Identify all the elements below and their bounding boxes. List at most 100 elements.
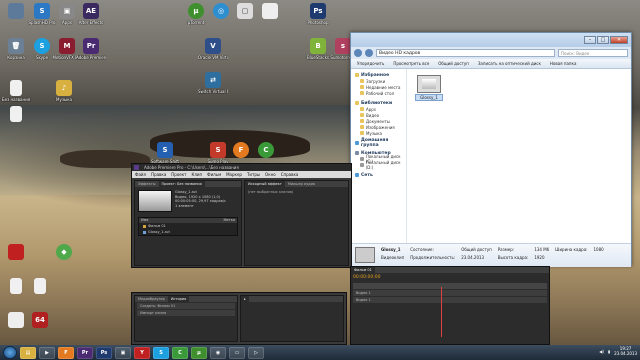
tab-effects[interactable]: Эффекты [135, 181, 159, 187]
utorrent-icon: μ [188, 3, 204, 19]
splashhd-icon: S [34, 3, 50, 19]
tab-tools[interactable]: ▸ [241, 296, 249, 302]
taskbar-media2[interactable]: ▷ [248, 346, 264, 359]
folder-icon [360, 107, 364, 111]
network-tray-icon[interactable]: ▮ [608, 349, 610, 354]
premiere-titlebar[interactable]: Adobe Premiere Pro - C:\Users\...\Без на… [132, 164, 351, 171]
taskbar-firefox[interactable]: F [58, 346, 74, 359]
taskbar-skype[interactable]: S [153, 346, 169, 359]
desktop-icon-softwareshift[interactable]: S Software Shift [150, 142, 180, 164]
nav-item-desktop[interactable]: Рабочий стол [355, 90, 406, 96]
taskbar-yandex[interactable]: Y [134, 346, 150, 359]
menu-edit[interactable]: Правка [151, 171, 166, 178]
menu-project[interactable]: Проект [171, 171, 186, 178]
explorer-titlebar[interactable]: – □ ✕ [351, 33, 631, 47]
address-bar-row: Видео HD кадров Поиск: Видео [351, 47, 631, 59]
track-video-2[interactable]: Видео 1 [353, 297, 547, 303]
tab-media-browser[interactable]: Медиабраузер [135, 296, 168, 302]
menu-help[interactable]: Справка [281, 171, 299, 178]
history-item[interactable]: Создать: Фильм 01 [137, 303, 235, 309]
start-button[interactable] [3, 346, 17, 359]
desktop-icon-virtualbox[interactable]: V Oracle VM VirtualBox [198, 38, 228, 60]
file-item-glossy[interactable]: Glossy_1 [415, 75, 443, 101]
motion-icon: M [59, 38, 75, 54]
volume-icon[interactable]: ◀) [599, 349, 604, 354]
premiere-icon [134, 165, 139, 170]
file-list: Glossy_1 [407, 69, 631, 243]
premiere-lower-left: Медиабраузер История Создать: Фильм 01 И… [131, 292, 347, 345]
menu-sequence[interactable]: Фильм [207, 171, 221, 178]
playhead[interactable] [441, 287, 442, 337]
drive-icon [360, 163, 364, 167]
menu-titles[interactable]: Титры [247, 171, 260, 178]
app64-icon: 64 [32, 312, 48, 328]
desktop-icon-green-ball[interactable]: ◆ [49, 244, 79, 260]
history-panel: Медиабраузер История Создать: Фильм 01 И… [134, 295, 238, 342]
source-monitor-panel: Исходный эффект Микшер аудио (нет выбран… [244, 180, 349, 266]
taskbar-media[interactable]: ▶ [39, 346, 55, 359]
menu-marker[interactable]: Маркер [226, 171, 242, 178]
tab-project[interactable]: Проект: Без названия [158, 181, 205, 187]
homegroup-icon [355, 141, 359, 145]
nav-network[interactable]: Сеть [355, 172, 406, 178]
details-state-label: Состояние: [410, 247, 434, 252]
drive-icon [360, 157, 364, 161]
router-icon: ⇄ [205, 72, 221, 88]
col-label[interactable]: Метка [224, 218, 235, 223]
menu-clip[interactable]: Клип [192, 171, 203, 178]
desktop-icon-photoshop[interactable]: Ps Photoshop [303, 3, 333, 25]
desktop-icon-music[interactable]: ♪ Музыка [49, 80, 79, 102]
maximize-button[interactable]: □ [597, 36, 609, 44]
history-item[interactable]: Импорт клипа [137, 310, 235, 316]
tab-history[interactable]: История [167, 296, 190, 302]
menu-file[interactable]: Файл [135, 171, 146, 178]
minimize-button[interactable]: – [584, 36, 596, 44]
tab-effect-controls[interactable]: Исходный эффект [245, 181, 285, 187]
timecode[interactable]: 00:00:00:00 [351, 273, 549, 282]
taskbar-photoshop[interactable]: Ps [96, 346, 112, 359]
desktop-icon-blank[interactable] [1, 106, 31, 122]
apps-icon: ▣ [59, 3, 75, 19]
back-icon[interactable] [354, 49, 362, 57]
tab-sequence[interactable]: Фильм 01 [351, 267, 375, 273]
taskbar-explorer[interactable]: ▤ [20, 346, 36, 359]
share-button[interactable]: Общий доступ [438, 61, 469, 66]
view-all-button[interactable]: Просмотреть все [393, 61, 429, 66]
nav-item-music[interactable]: Музыка [355, 130, 406, 136]
desktop-icon-file[interactable]: Без названия [1, 80, 31, 102]
taskbar-folder[interactable]: ▭ [229, 346, 245, 359]
explorer-window: – □ ✕ Видео HD кадров Поиск: Видео Упоря… [350, 32, 632, 267]
clock[interactable]: 19:27 23.04.2013 [614, 346, 637, 356]
close-button[interactable]: ✕ [610, 36, 628, 44]
desktop-icon-after-effects[interactable]: AE After Effects [76, 3, 106, 25]
taskbar-premiere[interactable]: Pr [77, 346, 93, 359]
track-video-1[interactable]: Видео 1 [353, 290, 547, 296]
address-input[interactable]: Видео HD кадров [376, 49, 555, 57]
desktop-icon-red-square[interactable] [1, 244, 31, 260]
desktop-icon-document2[interactable] [25, 278, 55, 294]
details-date: 23.04.2013 [461, 255, 485, 260]
taskbar-utorrent[interactable]: μ [191, 346, 207, 359]
search-input[interactable]: Поиск: Видео [558, 49, 628, 57]
menu-window[interactable]: Окно [265, 171, 276, 178]
video-thumbnail-icon [355, 247, 375, 263]
burn-button[interactable]: Записать на оптический диск [478, 61, 541, 66]
forward-icon[interactable] [365, 49, 373, 57]
folder-icon [360, 113, 364, 117]
organize-button[interactable]: Упорядочить [357, 61, 384, 66]
tab-audio-mixer[interactable]: Микшер аудио [285, 181, 318, 187]
list-item[interactable]: Glossy_1.avi [139, 229, 237, 235]
details-frame-h-label: Высота кадра: [497, 255, 529, 260]
new-folder-button[interactable]: Новая папка [550, 61, 577, 66]
desktop-icon-switch-virtual[interactable]: ⇄ Switch Virtual Router [198, 72, 228, 94]
taskbar-chrome[interactable]: C [172, 346, 188, 359]
taskbar-steam[interactable]: ◉ [210, 346, 226, 359]
desktop-icon-unknown2[interactable] [255, 3, 285, 19]
desktop-icon-64[interactable]: 64 [25, 312, 55, 328]
taskbar-torrent[interactable]: ▣ [115, 346, 131, 359]
desktop-icon-chrome[interactable]: C [251, 142, 281, 158]
desktop-icon-premiere[interactable]: Pr Adobe Premiere Pro [76, 38, 106, 60]
nav-homegroup[interactable]: Домашняя группа [355, 138, 406, 148]
time-ruler[interactable] [353, 283, 547, 289]
nav-item-drive-d[interactable]: Локальный диск (D:) [355, 160, 406, 170]
